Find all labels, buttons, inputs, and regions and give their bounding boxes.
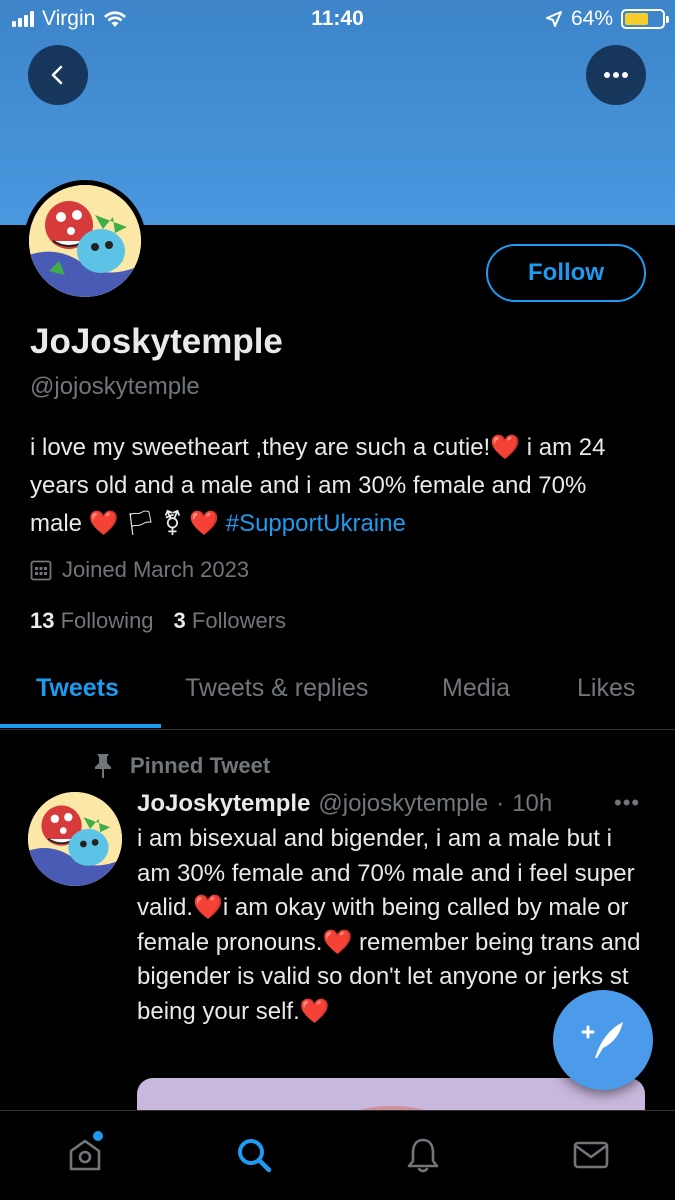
home-icon [69,1139,101,1171]
tweet-text-part: being your self. [137,997,300,1025]
pin-icon [95,754,111,778]
profile-bio: i love my sweetheart ,they are such a cu… [30,429,645,543]
tweet-more-icon[interactable]: ••• [614,790,640,816]
mail-icon [573,1141,609,1169]
heart-emoji-icon: ❤️ [182,510,226,537]
status-right: 64% [545,7,669,31]
calendar-icon [30,560,52,581]
home-notification-dot [93,1131,103,1141]
bell-icon [407,1138,439,1173]
followers-count: 3 [173,608,186,633]
joined-date: Joined March 2023 [30,557,249,583]
battery-fill [625,13,649,25]
tweet-author-avatar[interactable] [28,792,122,886]
tweet-text[interactable]: i am bisexual and bigender, i am a male … [137,822,647,1029]
tweet-author-handle[interactable]: @jojoskytemple [318,790,488,818]
compose-tweet-icon [581,1022,623,1058]
tab-tweets[interactable]: Tweets [36,674,119,703]
nav-notifications[interactable] [401,1133,445,1177]
tweet-header: JoJoskytemple @jojoskytemple · 10h [137,790,552,818]
tab-tweets-and-replies[interactable]: Tweets & replies [185,674,368,703]
bottom-navigation [0,1110,675,1200]
battery-icon [621,9,669,29]
follow-button[interactable]: Follow [486,244,646,302]
profile-tabs: Tweets Tweets & replies Media Likes [0,660,675,730]
white-flag-icon: 🏳 [118,510,163,537]
tweet-time: 10h [512,790,553,817]
chevron-left-icon [51,65,63,85]
heart-emoji-icon: ❤️ [322,928,353,956]
tab-likes[interactable]: Likes [577,674,635,703]
following-link[interactable]: 13 Following [30,608,154,634]
heart-emoji-icon: ❤️ [490,434,521,461]
tab-media[interactable]: Media [442,674,510,703]
compose-tweet-button[interactable] [553,990,653,1090]
status-bar: Virgin 11:40 64% [0,0,675,40]
back-button[interactable] [28,45,88,105]
battery-percent: 64% [570,7,613,30]
heart-emoji-icon: ❤️ [193,894,223,921]
followers-label: Followers [191,608,287,633]
tweet-author-name[interactable]: JoJoskytemple [137,790,310,818]
nav-home[interactable] [63,1131,107,1177]
followers-link[interactable]: 3 Followers [174,608,287,634]
nav-search[interactable] [232,1133,276,1177]
avatar-image [29,185,141,297]
pinned-tweet-label: Pinned Tweet [90,752,270,780]
more-horizontal-icon [604,72,628,78]
profile-handle: @jojoskytemple [30,373,200,400]
bio-text: i love my sweetheart ,they are such a cu… [30,434,491,461]
following-count: 13 [30,608,55,633]
nav-messages[interactable] [569,1133,613,1177]
pinned-text: Pinned Tweet [130,753,271,778]
following-label: Following [60,608,154,633]
joined-text: Joined March 2023 [62,557,250,582]
follow-stats: 13 Following 3 Followers [30,608,286,634]
profile-avatar[interactable] [24,180,146,302]
hashtag-link[interactable]: #SupportUkraine [226,510,406,537]
tweet-dot-separator: · [496,790,505,817]
search-icon [238,1139,272,1173]
active-tab-indicator [0,724,161,728]
heart-emoji-icon: ❤️ [88,510,119,537]
more-options-button[interactable] [586,45,646,105]
profile-display-name: JoJoskytemple [30,322,283,361]
transgender-symbol-icon: ⚧ [162,510,183,537]
heart-emoji-icon: ❤️ [299,997,330,1025]
location-arrow-icon [545,11,562,27]
